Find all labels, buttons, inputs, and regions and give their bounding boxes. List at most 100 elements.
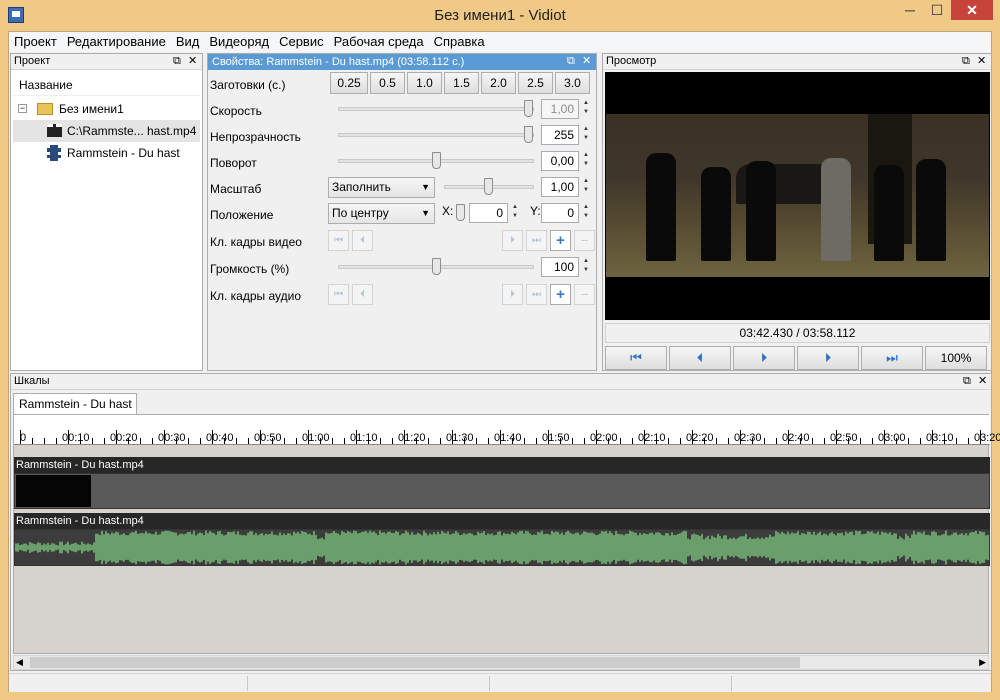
waveform-bar — [329, 533, 331, 562]
waveform-bar — [511, 531, 513, 564]
close-panel-icon[interactable]: ✕ — [977, 55, 986, 68]
volume-spin-arrows[interactable]: ▲ ▼ — [580, 257, 592, 277]
scroll-right-icon[interactable]: ▶ — [979, 656, 986, 669]
waveform-bar — [791, 532, 793, 563]
preset-button[interactable]: 0.5 — [370, 72, 405, 94]
waveform-bar — [637, 535, 639, 560]
volume-label: Громкость (%) — [210, 262, 290, 276]
waveform-bar — [755, 538, 757, 557]
horizontal-scrollbar[interactable]: ◀ ▶ — [13, 655, 989, 670]
tree-column-header[interactable]: Название — [13, 74, 200, 96]
previous-frame-button[interactable]: ⏴ — [669, 346, 731, 370]
opacity-slider-track[interactable] — [338, 133, 534, 137]
waveform-bar — [957, 534, 959, 561]
x-slider-thumb[interactable] — [456, 204, 465, 221]
scrollbar-thumb[interactable] — [30, 657, 800, 668]
zoom-button[interactable]: 100% — [925, 346, 987, 370]
float-icon[interactable]: ⧉ — [567, 55, 575, 68]
x-input[interactable]: 0 — [469, 203, 508, 223]
video-clip[interactable] — [14, 473, 990, 509]
waveform-bar — [747, 538, 749, 557]
add-keyframe-button[interactable]: + — [550, 230, 571, 251]
preset-button[interactable]: 3.0 — [555, 72, 590, 94]
opacity-spin-arrows[interactable]: ▲ ▼ — [580, 125, 592, 145]
tree-folder-row[interactable]: − Без имени1 — [13, 98, 200, 120]
go-to-end-button[interactable]: ⏭ — [861, 346, 923, 370]
speed-spin-arrows[interactable]: ▲ ▼ — [580, 99, 592, 119]
waveform-bar — [917, 531, 919, 564]
last-keyframe-button[interactable]: ⏭ — [526, 230, 547, 251]
scroll-left-icon[interactable]: ◀ — [16, 656, 23, 669]
rotation-slider-thumb[interactable] — [432, 152, 441, 169]
speed-input[interactable]: 1,00 — [541, 99, 579, 119]
first-keyframe-button[interactable]: ⏮ — [328, 284, 349, 305]
sequence-tab[interactable]: Rammstein - Du hast — [13, 393, 137, 414]
scale-slider-thumb[interactable] — [484, 178, 493, 195]
menu-view[interactable]: Вид — [171, 32, 205, 52]
rotation-spin-arrows[interactable]: ▲ ▼ — [580, 151, 592, 171]
opacity-slider-thumb[interactable] — [524, 126, 533, 143]
next-keyframe-button[interactable]: ⏵ — [502, 230, 523, 251]
preset-button[interactable]: 0.25 — [330, 72, 368, 94]
audio-clip[interactable] — [14, 529, 990, 566]
scale-spin-arrows[interactable]: ▲ ▼ — [580, 177, 592, 197]
prev-keyframe-button[interactable]: ⏴ — [352, 230, 373, 251]
float-icon[interactable]: ⧉ — [962, 55, 970, 68]
menu-sequence[interactable]: Видеоряд — [204, 32, 274, 52]
menu-help[interactable]: Справка — [429, 32, 490, 52]
last-keyframe-button[interactable]: ⏭ — [526, 284, 547, 305]
waveform-bar — [321, 537, 323, 558]
next-frame-button[interactable]: ⏵ — [797, 346, 859, 370]
go-to-start-button[interactable]: ⏮ — [605, 346, 667, 370]
rotation-input[interactable]: 0,00 — [541, 151, 579, 171]
ruler-label: 02:50 — [830, 432, 858, 444]
float-icon[interactable]: ⧉ — [173, 55, 181, 68]
preset-button[interactable]: 1.0 — [407, 72, 442, 94]
minimize-button[interactable]: ─ — [897, 0, 923, 20]
play-button[interactable]: ⏵ — [733, 346, 795, 370]
menu-tools[interactable]: Сервис — [274, 32, 329, 52]
add-keyframe-button[interactable]: + — [550, 284, 571, 305]
y-spin-arrows[interactable]: ▲ ▼ — [580, 203, 592, 223]
close-button[interactable]: ✕ — [951, 0, 993, 20]
menu-project[interactable]: Проект — [9, 32, 62, 52]
preset-button[interactable]: 2.5 — [518, 72, 553, 94]
preset-button[interactable]: 2.0 — [481, 72, 516, 94]
opacity-input[interactable]: 255 — [541, 125, 579, 145]
close-panel-icon[interactable]: ✕ — [188, 55, 197, 68]
y-input[interactable]: 0 — [541, 203, 579, 223]
waveform-bar — [865, 533, 867, 562]
video-preview[interactable] — [605, 72, 990, 320]
status-separator — [247, 676, 248, 691]
tree-sequence-row[interactable]: Rammstein - Du hast — [13, 142, 200, 164]
volume-slider-thumb[interactable] — [432, 258, 441, 275]
time-ruler[interactable]: 0 00:10 00:20 00:30 00:40 00:50 01:00 01:10 01:2… — [14, 415, 1000, 445]
next-keyframe-button[interactable]: ⏵ — [502, 284, 523, 305]
float-icon[interactable]: ⧉ — [963, 375, 971, 388]
speed-slider-track[interactable] — [338, 107, 534, 111]
maximize-button[interactable]: ☐ — [924, 0, 950, 20]
ruler-label: 02:20 — [686, 432, 714, 444]
collapse-icon[interactable]: − — [18, 104, 27, 113]
scale-input[interactable]: 1,00 — [541, 177, 579, 197]
remove-keyframe-button[interactable]: − — [574, 284, 595, 305]
tree-file-row[interactable]: C:\Rammste... hast.mp4 — [13, 120, 200, 142]
waveform-bar — [233, 531, 235, 564]
prev-keyframe-button[interactable]: ⏴ — [352, 284, 373, 305]
remove-keyframe-button[interactable]: − — [574, 230, 595, 251]
first-keyframe-button[interactable]: ⏮ — [328, 230, 349, 251]
ruler-minor-tick — [200, 438, 201, 444]
position-mode-select[interactable]: По центру ▼ — [328, 203, 435, 224]
menu-edit[interactable]: Редактирование — [62, 32, 171, 52]
x-spin-arrows[interactable]: ▲ ▼ — [509, 203, 521, 223]
waveform-bar — [231, 532, 233, 563]
menu-workspace[interactable]: Рабочая среда — [329, 32, 429, 52]
volume-input[interactable]: 100 — [541, 257, 579, 277]
timeline-area[interactable]: 0 00:10 00:20 00:30 00:40 00:50 01:00 01:10 01:2… — [13, 414, 1000, 654]
preset-button[interactable]: 1.5 — [444, 72, 479, 94]
close-panel-icon[interactable]: ✕ — [582, 55, 591, 68]
waveform-bar — [933, 531, 935, 564]
speed-slider-thumb[interactable] — [524, 100, 533, 117]
scale-mode-select[interactable]: Заполнить ▼ — [328, 177, 435, 198]
close-panel-icon[interactable]: ✕ — [978, 375, 987, 388]
